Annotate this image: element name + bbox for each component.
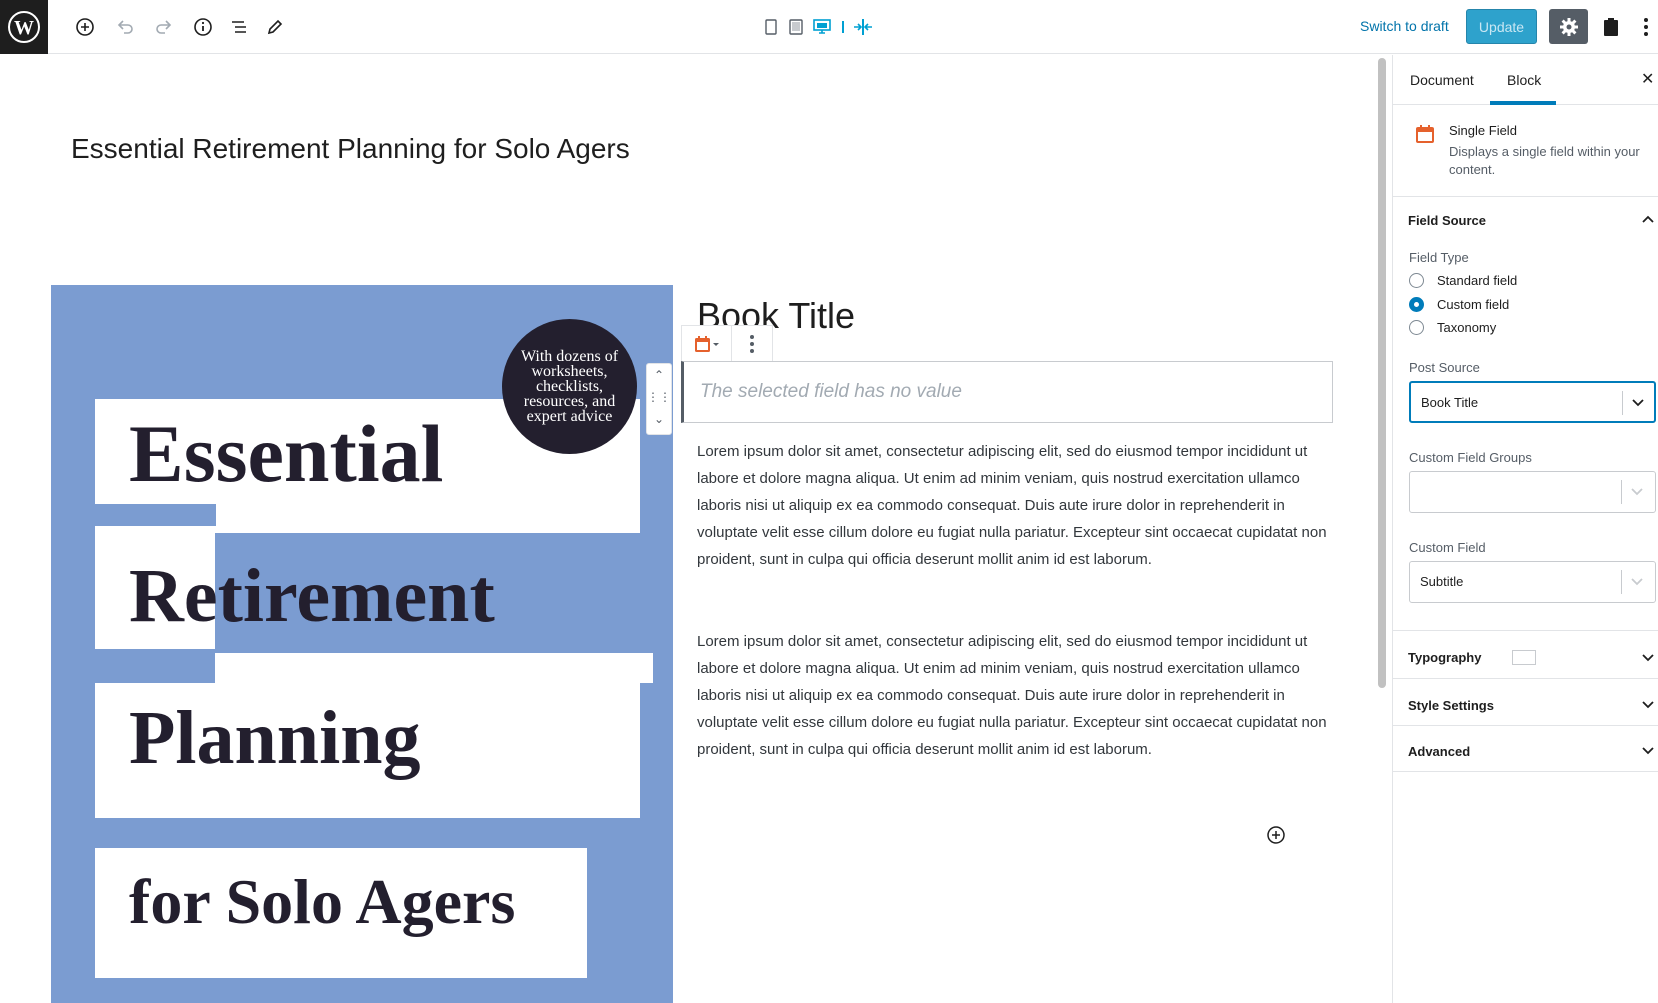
block-name: Single Field [1449,123,1517,138]
editor-scrollbar[interactable] [1378,58,1386,688]
tab-document[interactable]: Document [1410,72,1474,88]
section-divider [1393,678,1658,679]
radio-button-selected[interactable] [1409,296,1424,312]
block-toolbar [681,325,773,362]
cover-word: Planning [129,696,421,780]
chevron-down-icon[interactable] [1641,650,1655,669]
paragraph-block[interactable]: Lorem ipsum dolor sit amet, consectetur … [697,628,1327,763]
add-block-icon[interactable] [71,13,99,41]
switch-to-draft-link[interactable]: Switch to draft [1360,18,1449,34]
top-toolbar: W Switch to draft Update [0,0,1658,54]
move-down-icon[interactable]: ⌄ [647,412,671,426]
select-separator [1621,480,1622,504]
divider-icon [838,13,848,41]
chevron-up-icon[interactable] [1641,212,1655,231]
block-options-icon[interactable] [732,326,772,362]
block-card: Single Field Displays a single field wit… [1393,106,1658,197]
section-divider [1393,771,1658,772]
field-placeholder: The selected field has no value [700,381,962,402]
sidebar-tabs: Document Block ✕ [1393,55,1658,105]
calendar-icon [1415,124,1435,149]
advanced-toggle[interactable]: Advanced [1408,744,1470,759]
block-type-switcher[interactable] [682,326,732,362]
section-divider [1393,725,1658,726]
post-title[interactable]: Essential Retirement Planning for Solo A… [71,133,630,165]
custom-field-groups-select[interactable] [1409,471,1656,513]
radio-taxonomy[interactable]: Taxonomy [1409,318,1496,336]
info-icon[interactable] [189,13,217,41]
chevron-down-icon[interactable] [1630,574,1644,593]
custom-field-select[interactable]: Subtitle [1409,561,1656,603]
radio-custom-field[interactable]: Custom field [1409,295,1509,313]
update-button[interactable]: Update [1466,9,1537,44]
post-source-label: Post Source [1409,360,1480,375]
list-view-icon[interactable] [225,13,253,41]
field-source-toggle[interactable]: Field Source [1408,213,1486,228]
undo-icon[interactable] [111,13,139,41]
chevron-down-icon[interactable] [1630,484,1644,503]
single-field-block[interactable]: The selected field has no value [681,361,1333,423]
chevron-down-icon[interactable] [1631,395,1645,414]
tab-block[interactable]: Block [1507,72,1541,88]
redo-icon[interactable] [150,13,178,41]
block-mover: ⌃ ⋮⋮ ⌄ [646,363,672,435]
custom-field-groups-label: Custom Field Groups [1409,450,1532,465]
cover-badge: With dozens of worksheets, checklists, r… [502,319,637,454]
typography-toggle[interactable]: Typography [1408,650,1536,665]
cover-word: Retirement [129,554,495,638]
chevron-down-icon[interactable] [1641,697,1655,716]
post-source-value: Book Title [1421,395,1479,410]
mobile-preview-icon[interactable] [761,13,781,41]
chevron-down-icon[interactable] [1641,743,1655,762]
svg-text:W: W [14,17,34,39]
custom-field-value: Subtitle [1420,574,1464,589]
cover-word: Essential [129,408,444,499]
edit-icon[interactable] [261,13,289,41]
add-block-icon[interactable] [1266,825,1286,845]
custom-field-label: Custom Field [1409,540,1486,555]
radio-button[interactable] [1409,272,1424,288]
radio-standard-field[interactable]: Standard field [1409,271,1517,289]
move-up-icon[interactable]: ⌃ [647,368,671,382]
close-icon[interactable]: ✕ [1641,69,1654,89]
drag-handle-icon[interactable]: ⋮⋮ [647,390,671,404]
settings-gear-icon[interactable] [1549,9,1588,44]
style-settings-toggle[interactable]: Style Settings [1408,698,1494,713]
select-separator [1622,391,1623,415]
field-type-label: Field Type [1409,250,1469,265]
typography-color-swatch [1512,650,1536,665]
plugin-sidebar-icon[interactable] [1598,13,1624,41]
post-source-select[interactable]: Book Title [1409,381,1656,423]
block-description: Displays a single field within your cont… [1449,144,1640,177]
fullwidth-icon[interactable] [850,13,876,41]
active-tab-indicator [1490,101,1556,105]
section-divider [1393,630,1658,631]
wordpress-logo-icon[interactable]: W [0,0,48,54]
editor-canvas: Essential Retirement Planning for Solo A… [0,55,1380,1003]
radio-button[interactable] [1409,319,1424,335]
paragraph-block[interactable]: Lorem ipsum dolor sit amet, consectetur … [697,438,1327,573]
settings-sidebar: Document Block ✕ Single Field Displays a… [1392,55,1658,1003]
tablet-preview-icon[interactable] [785,13,807,41]
select-separator [1621,570,1622,594]
book-cover-image[interactable]: Essential Retirement Planning for Solo A… [51,285,673,1003]
desktop-preview-icon[interactable] [809,13,835,41]
more-menu-icon[interactable] [1636,13,1656,41]
cover-word: for Solo Agers [129,866,516,937]
